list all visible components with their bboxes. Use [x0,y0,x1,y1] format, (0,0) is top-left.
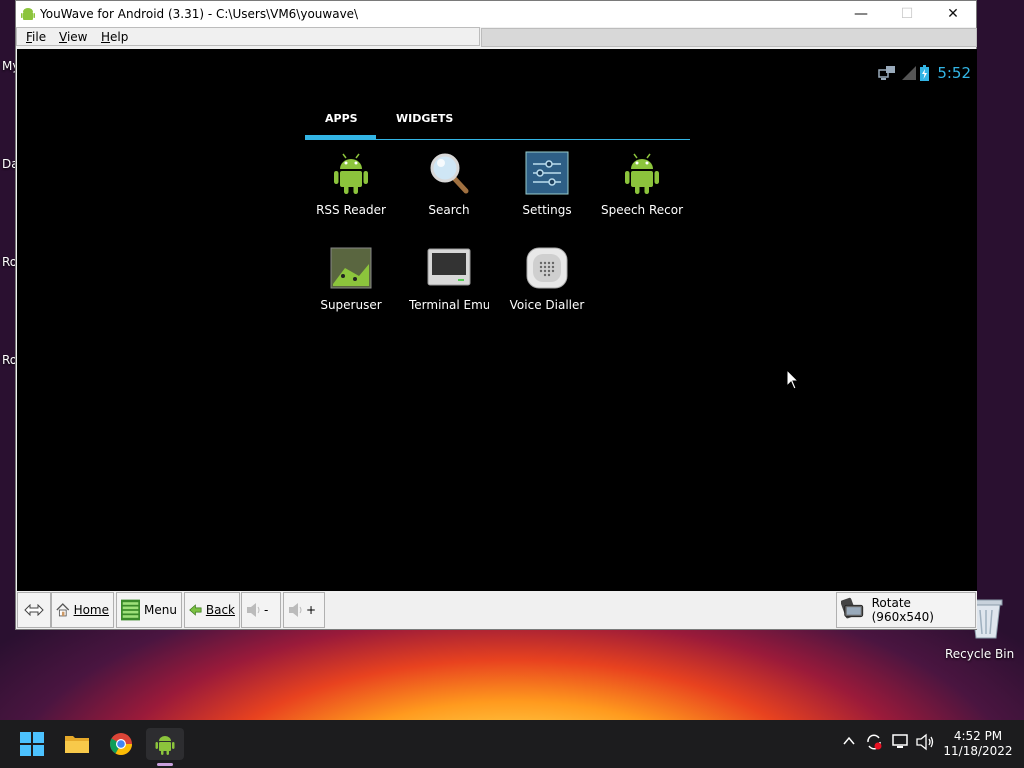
volume-down-label: - [264,603,269,617]
close-icon: ✕ [947,6,959,22]
app-terminal-emulator[interactable]: Terminal Emu [401,246,497,312]
home-icon [56,603,70,617]
volume-up-button[interactable]: + [283,592,325,628]
mouse-cursor-icon [786,369,800,390]
signal-icon [902,66,917,80]
clock-area[interactable]: 4:52 PM 11/18/2022 [942,729,1014,759]
maximize-button[interactable]: ☐ [884,1,930,27]
file-explorer-button[interactable] [61,728,93,760]
home-button[interactable]: Home [51,592,114,628]
taskbar: 4:52 PM 11/18/2022 [0,720,1024,768]
title-bar[interactable]: YouWave for Android (3.31) - C:\Users\VM… [16,1,976,27]
chrome-icon [110,733,132,755]
minimize-button[interactable]: — [838,1,884,27]
window-title: YouWave for Android (3.31) - C:\Users\VM… [40,7,359,21]
rotate-device-icon [841,597,864,619]
menu-label: Menu [144,603,177,617]
speaker-icon [289,603,302,617]
menu-button[interactable]: Menu [116,592,182,628]
app-label: Terminal Emu [409,298,489,312]
chrome-button[interactable] [105,728,137,760]
android-screen[interactable]: 5:52 APPS WIDGETS RSS Reader Search Sett… [17,49,977,591]
network-monitor-icon[interactable] [891,733,911,754]
maximize-icon: ☐ [900,6,914,22]
bottom-toolbar: Home Menu Back - + Rotate (960x540) [17,591,977,629]
tab-widgets[interactable]: WIDGETS [396,112,453,125]
windows-logo-icon [20,732,44,756]
volume-up-label: + [306,603,317,617]
back-arrow-icon [189,604,202,616]
menu-bar-filler [481,28,977,47]
app-search[interactable]: Search [401,151,497,217]
menu-list-icon [121,599,141,621]
youwave-window: YouWave for Android (3.31) - C:\Users\VM… [15,0,977,630]
app-label: Search [428,203,470,217]
app-label: Superuser [320,298,382,312]
app-label: Speech Recor [600,203,684,217]
back-label: Back [205,603,235,617]
app-label: RSS Reader [316,203,386,217]
taskbar-time: 4:52 PM [953,729,1003,743]
voice-dialler-icon [525,246,569,290]
minimize-icon: — [854,6,868,22]
tab-apps[interactable]: APPS [325,112,358,125]
taskbar-date: 11/18/2022 [943,744,1013,758]
app-rss-reader[interactable]: RSS Reader [303,151,399,217]
android-robot-icon [155,736,175,755]
magnifier-icon [427,151,471,195]
network-icon [878,66,896,80]
menu-file[interactable]: File [26,30,46,44]
rotate-label: Rotate (960x540) [871,596,934,624]
app-settings[interactable]: Settings [499,151,595,217]
tab-divider [305,139,690,140]
terminal-icon [427,246,471,290]
app-speech-recorder[interactable]: Speech Recor [597,151,687,217]
app-voice-dialler[interactable]: Voice Dialler [499,246,595,312]
android-robot-icon [329,151,373,195]
home-label: Home [73,603,109,617]
settings-sliders-icon [525,151,569,195]
speaker-icon [247,603,260,617]
status-bar: 5:52 [878,63,971,83]
android-app-icon [21,8,35,20]
rotate-button[interactable]: Rotate (960x540) [836,592,976,628]
volume-icon[interactable] [916,733,936,754]
volume-down-button[interactable]: - [241,592,281,628]
sync-icon[interactable] [864,732,884,755]
resize-button[interactable] [17,592,51,628]
battery-icon [920,65,930,81]
app-label: Voice Dialler [509,298,585,312]
menu-help[interactable]: Help [101,30,128,44]
android-robot-icon [620,151,664,195]
close-button[interactable]: ✕ [930,1,976,27]
app-drawer-tabs: APPS WIDGETS [305,49,690,141]
superuser-icon [329,246,373,290]
youwave-taskbar-button[interactable] [146,728,184,766]
app-label: Settings [522,203,572,217]
app-superuser[interactable]: Superuser [303,246,399,312]
start-button[interactable] [16,728,48,760]
menu-view[interactable]: View [59,30,87,44]
active-indicator [157,763,173,766]
horizontal-arrows-icon [24,604,44,616]
clock: 5:52 [937,64,971,82]
menu-bar: File View Help [16,27,480,46]
back-button[interactable]: Back [184,592,240,628]
tray-overflow-icon[interactable] [842,734,856,751]
folder-icon [65,736,89,753]
recycle-bin-label: Recycle Bin [945,647,1015,661]
